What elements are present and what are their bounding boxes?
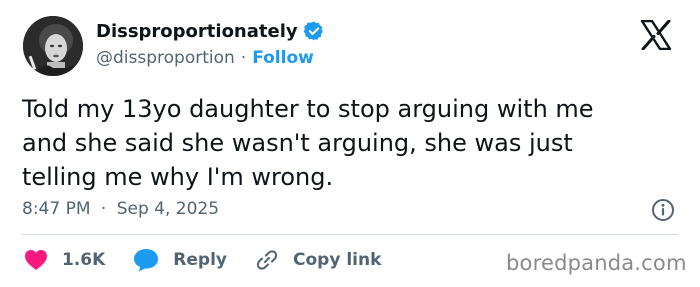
- verified-badge-icon: [303, 21, 323, 41]
- link-icon: [256, 250, 278, 270]
- x-logo-icon[interactable]: [640, 20, 672, 50]
- tweet-text-line: telling me why I'm wrong.: [22, 163, 334, 191]
- tweet-text-line: Told my 13yo daughter to stop arguing wi…: [22, 95, 594, 123]
- tweet-timestamp[interactable]: 8:47 PM · Sep 4, 2025: [22, 199, 219, 219]
- author-name-row: Dissproportionately: [96, 20, 325, 42]
- reply-label: Reply: [173, 250, 227, 270]
- follow-button[interactable]: Follow: [252, 48, 314, 68]
- tweet-date: Sep 4, 2025: [116, 199, 220, 219]
- copy-link-button[interactable]: Copy link: [255, 248, 381, 272]
- author-handle-row: @dissproportion · Follow: [96, 48, 314, 68]
- divider: [22, 234, 678, 235]
- tweet-text-line: and she said she wasn't arguing, she was…: [22, 129, 573, 157]
- author-display-name[interactable]: Dissproportionately: [96, 21, 298, 42]
- avatar-image: [23, 16, 83, 76]
- heart-icon: [25, 250, 47, 270]
- author-handle[interactable]: @dissproportion: [96, 48, 235, 68]
- tweet-actions: 1.6K Reply Copy link: [24, 247, 409, 273]
- watermark: boredpanda.com: [506, 251, 687, 275]
- copy-link-label: Copy link: [293, 250, 382, 270]
- tweet-time: 8:47 PM: [22, 199, 91, 219]
- reply-button[interactable]: Reply: [133, 248, 227, 272]
- info-icon[interactable]: [650, 197, 676, 223]
- reply-bubble-icon: [134, 249, 159, 272]
- handle-separator: ·: [240, 48, 247, 68]
- like-count: 1.6K: [62, 250, 106, 270]
- timestamp-separator: ·: [100, 199, 107, 219]
- like-button[interactable]: 1.6K: [24, 249, 105, 271]
- tweet-text: Told my 13yo daughter to stop arguing wi…: [22, 92, 682, 194]
- avatar[interactable]: [23, 16, 83, 76]
